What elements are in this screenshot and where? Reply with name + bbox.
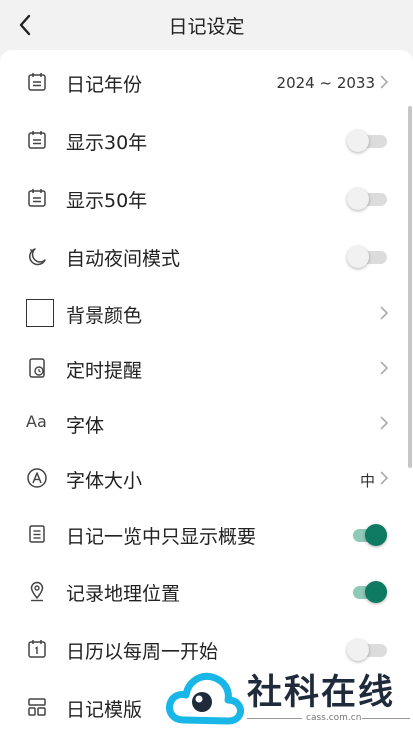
watermark-title: 社科在线 — [247, 673, 396, 713]
show-30-years-toggle[interactable] — [347, 130, 387, 152]
setting-font[interactable]: Aa 字体 — [0, 394, 413, 450]
setting-show-50-years: 显示50年 — [0, 169, 413, 225]
week-starts-monday-toggle[interactable] — [347, 639, 387, 661]
setting-label: 记录地理位置 — [66, 583, 181, 605]
chevron-right-icon — [380, 416, 389, 430]
moon-icon — [29, 248, 46, 266]
setting-value: 2024 ~ 2033 — [276, 74, 375, 92]
watermark-domain: cass.com.cn — [306, 713, 362, 723]
setting-label: 日记模版 — [66, 699, 143, 721]
setting-label: 定时提醒 — [66, 360, 143, 382]
setting-label: 显示30年 — [66, 132, 148, 154]
auto-night-mode-toggle[interactable] — [347, 246, 387, 268]
setting-label: 日记一览中只显示概要 — [66, 526, 257, 548]
setting-label: 自动夜间模式 — [66, 248, 181, 270]
scrollbar[interactable] — [408, 106, 412, 468]
calendar-one-icon — [28, 640, 46, 658]
watermark: 社科在线 cass.com.cn — [160, 660, 413, 734]
setting-font-size[interactable]: 字体大小 中 — [0, 449, 413, 505]
reminder-icon — [29, 358, 45, 378]
cloud-logo-icon — [166, 672, 244, 725]
setting-diary-years[interactable]: 日记年份 2024 ~ 2033 — [0, 53, 413, 109]
chevron-right-icon — [380, 471, 389, 485]
setting-label: 字体大小 — [66, 470, 143, 492]
record-location-toggle[interactable] — [347, 581, 387, 603]
setting-background-color[interactable]: 背景颜色 — [0, 284, 413, 340]
setting-show-30-years: 显示30年 — [0, 111, 413, 167]
setting-value: 中 — [359, 472, 375, 490]
chevron-right-icon — [380, 306, 389, 320]
chevron-right-icon — [380, 361, 389, 375]
setting-label: 背景颜色 — [66, 305, 143, 327]
calendar-icon — [28, 189, 46, 207]
show-50-years-toggle[interactable] — [347, 188, 387, 210]
setting-auto-night-mode: 自动夜间模式 — [0, 227, 413, 283]
setting-label: 字体 — [66, 415, 105, 437]
calendar-icon — [28, 73, 46, 91]
list-icon — [29, 525, 45, 543]
calendar-icon — [28, 131, 46, 149]
setting-label: 显示50年 — [66, 190, 148, 212]
setting-reminder[interactable]: 定时提醒 — [0, 339, 413, 395]
template-icon — [28, 698, 46, 716]
summary-only-toggle[interactable] — [347, 524, 387, 546]
header-bar: 日记设定 — [0, 0, 413, 50]
page-title: 日记设定 — [168, 16, 245, 38]
setting-summary-only: 日记一览中只显示概要 — [0, 505, 413, 561]
font-size-icon — [27, 468, 47, 488]
color-swatch — [26, 299, 54, 327]
setting-label: 日记年份 — [66, 74, 143, 96]
chevron-right-icon — [380, 75, 389, 89]
settings-list: 日记年份 2024 ~ 2033 显示30年 显示50年 自动夜间模式 背景颜色… — [0, 50, 413, 734]
location-icon — [30, 581, 44, 602]
setting-record-location: 记录地理位置 — [0, 562, 413, 618]
font-icon: Aa — [26, 412, 47, 431]
